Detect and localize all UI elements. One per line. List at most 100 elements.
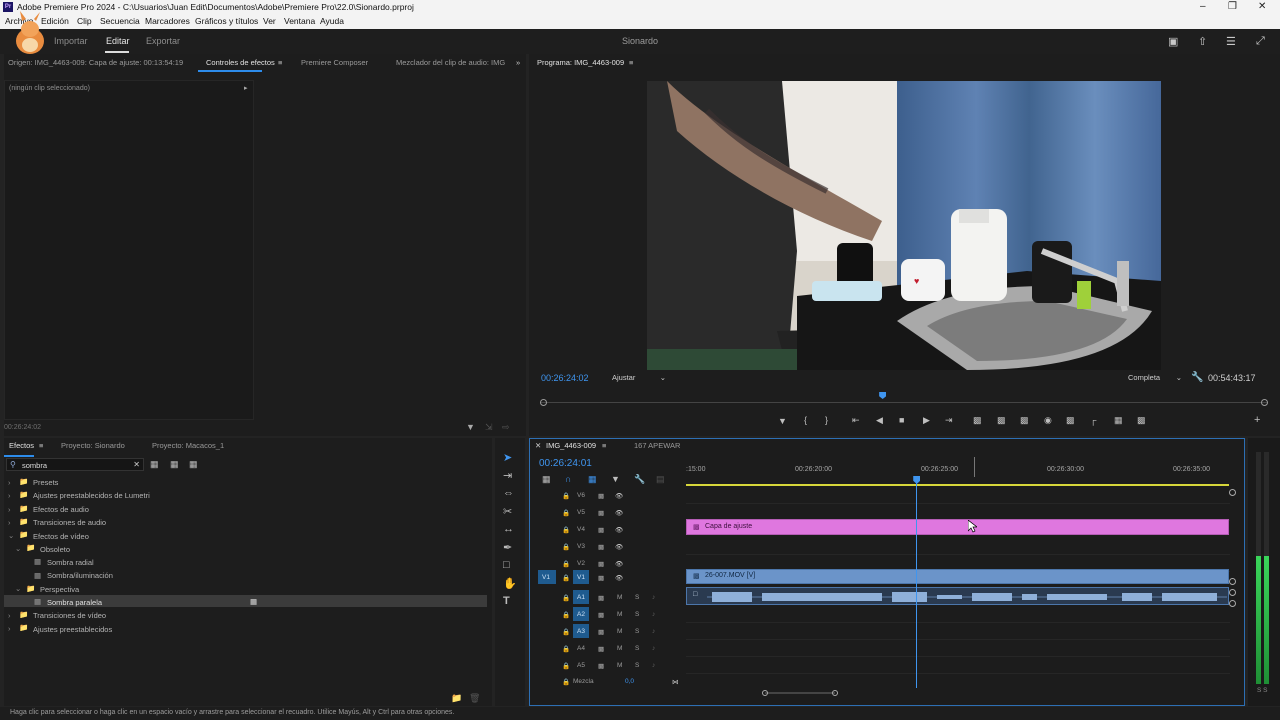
program-title[interactable]: Programa: IMG_4463-009 bbox=[537, 54, 624, 72]
timeline-menu-icon[interactable]: ≡ bbox=[602, 437, 606, 455]
32bit-effects-icon[interactable]: ▦ bbox=[170, 460, 179, 469]
type-tool-icon[interactable]: T bbox=[503, 595, 510, 607]
tab-efectos[interactable]: Efectos bbox=[9, 437, 34, 455]
step-back-icon[interactable]: ◀ bbox=[876, 415, 883, 426]
tree-arrow-icon[interactable]: › bbox=[8, 624, 11, 633]
extract-icon[interactable]: ▩ bbox=[997, 415, 1006, 426]
effects-menu-icon[interactable]: ≡ bbox=[39, 437, 43, 455]
rectangle-tool-icon[interactable]: □ bbox=[503, 559, 510, 571]
solo-button[interactable]: S bbox=[635, 628, 639, 635]
tree-item-sombra-paralela[interactable]: Sombra paralela bbox=[47, 598, 102, 607]
minimize-icon[interactable]: – bbox=[1200, 0, 1206, 14]
panel-menu-icon[interactable]: ≡ bbox=[278, 54, 282, 72]
lane-a5[interactable] bbox=[686, 658, 1230, 674]
lock-icon[interactable]: 🔒 bbox=[562, 662, 570, 670]
lock-icon[interactable]: 🔒 bbox=[562, 628, 570, 636]
restore-icon[interactable]: ❐ bbox=[1228, 0, 1237, 14]
menu-icon[interactable]: ☰ bbox=[1226, 35, 1236, 48]
lock-icon[interactable]: 🔒 bbox=[562, 509, 570, 517]
eye-icon[interactable]: 👁 bbox=[615, 543, 623, 551]
eye-icon[interactable]: 👁 bbox=[615, 509, 623, 517]
timeline-ruler[interactable]: :15:00 00:26:20:00 00:26:25:00 00:26:30:… bbox=[686, 457, 1230, 478]
sync-lock-icon[interactable]: ▩ bbox=[598, 594, 604, 602]
tree-item-obsoleto[interactable]: Obsoleto bbox=[40, 545, 70, 554]
lane-v6[interactable] bbox=[686, 488, 1230, 504]
tree-arrow-icon[interactable]: › bbox=[8, 478, 11, 487]
scroll-handle[interactable] bbox=[1229, 578, 1236, 585]
solo-button[interactable]: S bbox=[635, 662, 639, 669]
eye-icon[interactable]: 👁 bbox=[615, 574, 623, 582]
nest-icon[interactable]: ▦ bbox=[542, 475, 551, 484]
menu-ver[interactable]: Ver bbox=[263, 14, 276, 29]
lock-icon[interactable]: 🔒 bbox=[562, 574, 570, 582]
mark-in-icon[interactable]: { bbox=[804, 415, 807, 425]
expand-arrow-icon[interactable]: ▸ bbox=[244, 84, 248, 92]
add-button-icon[interactable]: + bbox=[1254, 414, 1260, 426]
eye-icon[interactable]: 👁 bbox=[615, 560, 623, 568]
stop-icon[interactable]: ■ bbox=[899, 415, 904, 425]
export-frame-icon[interactable]: ⇲ bbox=[485, 422, 493, 433]
zoom-handle-left[interactable] bbox=[762, 690, 768, 696]
clear-search-icon[interactable]: ✕ bbox=[133, 460, 140, 469]
tree-arrow-open-icon[interactable]: ⌄ bbox=[15, 544, 21, 553]
safe-margin-icon[interactable]: ▩ bbox=[1137, 415, 1146, 426]
linked-selection-icon[interactable]: ▦ bbox=[588, 475, 597, 484]
adjustment-layer-clip[interactable]: ▩ Capa de ajuste bbox=[686, 519, 1229, 535]
tree-item-sombra-radial[interactable]: Sombra radial bbox=[47, 558, 94, 567]
lock-icon[interactable]: 🔒 bbox=[562, 560, 570, 568]
fullscreen-icon[interactable]: ⤢ bbox=[1256, 35, 1265, 48]
lock-icon[interactable]: 🔒 bbox=[562, 645, 570, 653]
captions-icon[interactable]: ▤ bbox=[656, 475, 665, 484]
mute-button[interactable]: M bbox=[617, 662, 622, 669]
timeline-settings-icon[interactable]: 🔧 bbox=[634, 475, 645, 484]
go-to-in-icon[interactable]: ⇤ bbox=[852, 415, 860, 426]
tab-origen[interactable]: Origen: IMG_4463-009: Capa de ajuste: 00… bbox=[8, 54, 183, 72]
timeline-playhead[interactable] bbox=[913, 476, 921, 688]
tab-proyecto-macacos[interactable]: Proyecto: Macacos_1 bbox=[152, 437, 224, 455]
tab-importar[interactable]: Importar bbox=[54, 36, 88, 46]
zoom-handle-right[interactable] bbox=[832, 690, 838, 696]
track-select-tool-icon[interactable]: ⇥ bbox=[503, 469, 512, 482]
scrub-end-handle[interactable] bbox=[1261, 399, 1268, 406]
insert-icon[interactable]: ▩ bbox=[1020, 415, 1029, 426]
share-icon[interactable]: ⇧ bbox=[1198, 35, 1207, 48]
lock-icon[interactable]: 🔒 bbox=[562, 678, 570, 686]
sync-lock-icon[interactable]: ▩ bbox=[598, 611, 604, 619]
mute-button[interactable]: M bbox=[617, 645, 622, 652]
menu-marcadores[interactable]: Marcadores bbox=[145, 14, 190, 29]
tab-sequence-apewar[interactable]: 167 APEWAR bbox=[634, 437, 680, 455]
camera-icon[interactable]: ◉ bbox=[1044, 415, 1052, 426]
lock-icon[interactable]: 🔒 bbox=[562, 526, 570, 534]
microphone-icon[interactable]: ♪ bbox=[652, 645, 655, 652]
tree-item-efectos-video[interactable]: Efectos de vídeo bbox=[33, 532, 89, 541]
eye-icon[interactable]: 👁 bbox=[615, 526, 623, 534]
yuv-effects-icon[interactable]: ▦ bbox=[189, 460, 198, 469]
tab-sequence-img4463[interactable]: IMG_4463-009 bbox=[546, 437, 596, 455]
lane-v3[interactable] bbox=[686, 539, 1230, 555]
effects-search-box[interactable]: ⚲ sombra ✕ bbox=[6, 458, 144, 471]
tree-item-efectos-audio[interactable]: Efectos de audio bbox=[33, 505, 89, 514]
lift-icon[interactable]: ▩ bbox=[973, 415, 982, 426]
sync-lock-icon[interactable]: ▩ bbox=[598, 526, 604, 534]
slip-tool-icon[interactable]: ↔ bbox=[503, 523, 514, 535]
add-marker-timeline-icon[interactable]: ▼ bbox=[611, 475, 620, 484]
send-icon[interactable]: ⇨ bbox=[502, 422, 510, 433]
ripple-edit-tool-icon[interactable]: ⇔ bbox=[503, 487, 514, 499]
tree-item-ajustes-preestablecidos[interactable]: Ajustes preestablecidos bbox=[33, 625, 112, 634]
tree-arrow-icon[interactable]: › bbox=[8, 491, 11, 500]
sync-lock-icon[interactable]: ▩ bbox=[598, 574, 604, 582]
solo-button[interactable]: S bbox=[635, 611, 639, 618]
sync-lock-icon[interactable]: ▩ bbox=[598, 492, 604, 500]
search-input[interactable]: sombra bbox=[22, 461, 47, 470]
panel-overflow-icon[interactable]: » bbox=[516, 54, 520, 72]
timeline-timecode[interactable]: 00:26:24:01 bbox=[539, 458, 592, 469]
menu-secuencia[interactable]: Secuencia bbox=[100, 14, 140, 29]
lock-icon[interactable]: 🔒 bbox=[562, 492, 570, 500]
razor-tool-icon[interactable]: ✂ bbox=[503, 505, 512, 518]
filter-icon[interactable]: ▼ bbox=[466, 422, 475, 432]
solo-button[interactable]: S bbox=[635, 594, 639, 601]
microphone-icon[interactable]: ♪ bbox=[652, 628, 655, 635]
mute-button[interactable]: M bbox=[617, 628, 622, 635]
mark-out-icon[interactable]: } bbox=[825, 415, 828, 425]
video-clip[interactable]: ▩ 26-007.MOV [V] bbox=[686, 569, 1229, 584]
